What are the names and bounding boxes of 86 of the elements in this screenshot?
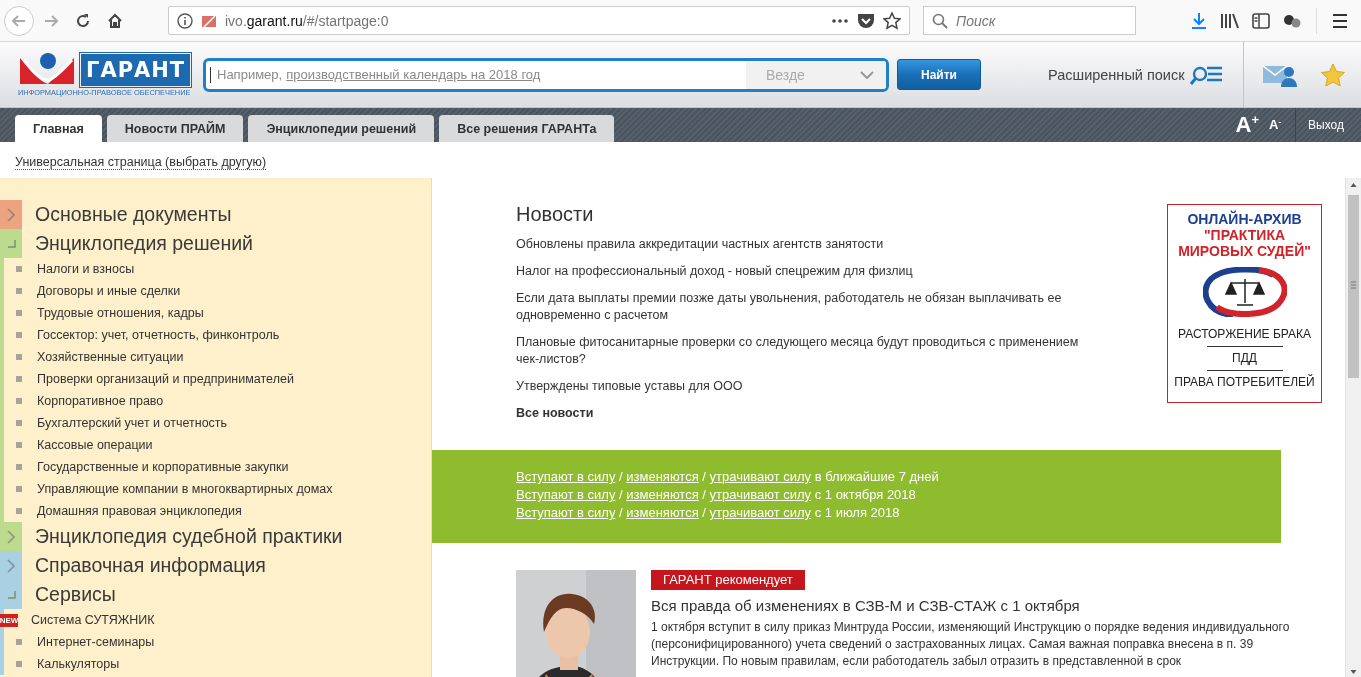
recommend-badge: ГАРАНТ рекомендует: [651, 570, 805, 590]
find-button[interactable]: Найти: [897, 59, 981, 90]
tab[interactable]: Энциклопедии решений: [248, 115, 435, 142]
page-selector-link[interactable]: Универсальная страница (выбрать другую): [15, 155, 267, 170]
shield-icon[interactable]: [857, 12, 875, 29]
info-icon[interactable]: [177, 12, 193, 29]
section-title[interactable]: Основные документы: [35, 203, 232, 226]
reload-icon[interactable]: [75, 12, 91, 29]
back-button[interactable]: [4, 5, 34, 36]
sidebar-link[interactable]: Интернет-семинары: [37, 635, 155, 649]
bullet-icon: [16, 332, 22, 338]
bullet-icon: [16, 464, 22, 470]
bullet-icon: [16, 442, 22, 448]
exit-link[interactable]: Выход: [1296, 118, 1361, 132]
bullet-icon: [16, 288, 22, 294]
section-title[interactable]: Энциклопедия судебной практики: [35, 525, 343, 548]
sidebar-link[interactable]: Госсектор: учет, отчетность, финконтроль: [37, 328, 280, 342]
banner[interactable]: ОНЛАЙН-АРХИВ "ПРАКТИКА МИРОВЫХ СУДЕЙ" РАСТОРЖЕНИЕ БРАКА ПДД ПРАВА ПОТРЕБИТЕЛЕЙ: [1167, 204, 1322, 403]
sidebar-link[interactable]: Хозяйственные ситуации: [37, 350, 184, 364]
tab[interactable]: Главная: [15, 115, 102, 142]
logo-text: ГАРАНТ: [81, 53, 191, 86]
news-link[interactable]: Налог на профессиональный доход - новый спецрежим для физлиц: [516, 263, 1091, 280]
search-icon: [932, 12, 948, 29]
bullet-icon: [16, 639, 22, 645]
new-badge: NEW: [0, 613, 18, 627]
banner-headline: "ПРАКТИКА МИРОВЫХ СУДЕЙ": [1177, 227, 1312, 259]
law-changes-line: Вступают в силу / изменяются / утрачивают силу с 1 октября 2018: [516, 486, 917, 504]
bullet-icon: [16, 398, 22, 404]
section-title[interactable]: Энциклопедия решений: [35, 232, 253, 255]
scales-emblem-icon: [1202, 267, 1287, 317]
tab[interactable]: Новости ПРАЙМ: [106, 115, 244, 142]
sidebar-link[interactable]: Договоры и иные сделки: [37, 284, 181, 298]
bullet-icon: [16, 266, 22, 272]
bullet-icon: [16, 661, 22, 667]
news-link[interactable]: Плановые фитосанитарные проверки со следующего месяца будут проводиться с применением чек-листов?: [516, 334, 1091, 368]
law-changes-line: Вступают в силу / изменяются / утрачивают силу в ближайшие 7 дней: [516, 468, 940, 486]
banner-link[interactable]: ПДД: [1232, 347, 1257, 370]
library-icon[interactable]: [1220, 11, 1240, 30]
advanced-search-link[interactable]: Расширенный поиск: [1048, 66, 1185, 83]
banner-link[interactable]: РАСТОРЖЕНИЕ БРАКА: [1178, 323, 1311, 346]
sidebar-link[interactable]: Корпоративное право: [37, 394, 164, 408]
star-icon[interactable]: [1319, 62, 1346, 87]
bookmark-star-icon[interactable]: [883, 11, 901, 30]
font-decrease-button[interactable]: A$^{-}$: [1269, 117, 1282, 133]
bullet-icon: [16, 420, 22, 426]
law-changes-line: Вступают в силу / изменяются / утрачивают силу с 1 июля 2018: [516, 504, 901, 522]
home-icon[interactable]: [107, 12, 123, 29]
menu-icon[interactable]: [1331, 12, 1349, 29]
bullet-icon: [16, 508, 22, 514]
sidebar-link[interactable]: Домашняя правовая энциклопедия: [37, 504, 242, 518]
bullet-icon: [16, 354, 22, 360]
article-text: 1 октября вступит в силу приказ Минтруда России, изменяющий Инструкцию о порядке ведения индивидуального (персонифицированного) учета сведений о застрахованных лицах. Самая важная поправка внесена в п. 39 Инструкции. По новым правилам, если работодатель забыл отразить в представленной в срок: [651, 619, 1291, 670]
sidebar-link[interactable]: Трудовые отношения, кадры: [37, 306, 204, 320]
article-title[interactable]: Вся правда об изменениях в СЗВ-М и СЗВ-СТАЖ с 1 октября: [651, 596, 1311, 616]
logo-emblem-icon: [18, 51, 76, 86]
chevron-down-icon: [860, 70, 874, 79]
sidebar-link[interactable]: Государственные и корпоративные закупки: [37, 460, 289, 474]
sidebar-link[interactable]: Калькуляторы: [37, 657, 120, 671]
banner-headline: ОНЛАЙН-АРХИВ: [1187, 211, 1302, 227]
all-news-link[interactable]: Все новости: [516, 405, 1091, 422]
section-title[interactable]: Справочная информация: [35, 554, 266, 577]
sidebar-link[interactable]: Налоги и взносы: [37, 262, 135, 276]
sidebar-link[interactable]: Бухгалтерский учет и отчетность: [37, 416, 228, 430]
search-field[interactable]: Например, производственный календарь на 2018 год Везде: [203, 57, 889, 92]
font-increase-button[interactable]: A$^{+}$: [1235, 111, 1260, 139]
back-arrow-icon: [11, 12, 27, 29]
bullet-icon: [16, 376, 22, 382]
news-link[interactable]: Обновлены правила аккредитации частных агентств занятости: [516, 236, 1091, 253]
section-title[interactable]: Сервисы: [35, 583, 116, 606]
search-field[interactable]: Поиск: [923, 6, 1136, 35]
example-link[interactable]: производственный календарь на 2018 год: [286, 67, 746, 82]
banner-link[interactable]: ПРАВА ПОТРЕБИТЕЛЕЙ: [1174, 371, 1315, 394]
search-hint: Например,: [217, 67, 283, 82]
download-icon[interactable]: [1190, 11, 1208, 30]
sidebar-link[interactable]: Проверки организаций и предпринимателей: [37, 372, 294, 386]
sidebar-link[interactable]: Система СУТЯЖНИК: [31, 613, 155, 627]
bullet-icon: [16, 486, 22, 492]
news-link[interactable]: Утверждены типовые уставы для ООО: [516, 378, 1091, 395]
sidebar-link[interactable]: Управляющие компании в многоквартирных домах: [37, 482, 333, 496]
section-heading: Новости: [516, 202, 595, 226]
sidebar-icon[interactable]: [1252, 11, 1270, 30]
tab[interactable]: Все решения ГАРАНТа: [439, 115, 615, 142]
forward-icon[interactable]: [43, 12, 59, 29]
news-link[interactable]: Если дата выплаты премии позже даты увольнения, работодатель не обязан выплачивать ее одновременно с расчетом: [516, 290, 1091, 324]
sidebar-link[interactable]: Кассовые операции: [37, 438, 153, 452]
bullet-icon: [16, 310, 22, 316]
